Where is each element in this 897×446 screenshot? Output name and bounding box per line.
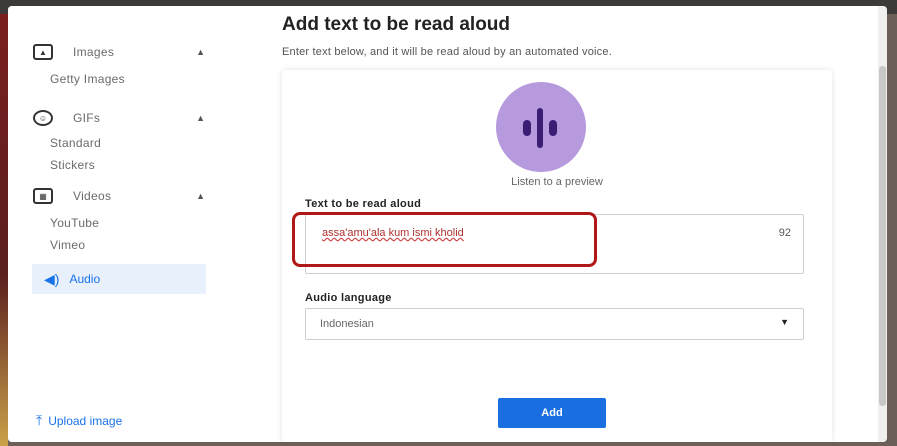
annotation-highlight-box	[292, 212, 597, 267]
sidebar-item-stickers[interactable]: Stickers	[50, 158, 95, 172]
chevron-up-icon[interactable]: ▲	[196, 113, 205, 123]
audio-language-select[interactable]: Indonesian ▼	[305, 308, 804, 340]
backdrop-left	[0, 14, 8, 446]
video-icon: ▦	[33, 188, 53, 204]
dropdown-caret-icon: ▼	[780, 317, 789, 327]
sidebar-section-gifs[interactable]: ☺ GIFs ▲	[33, 110, 205, 126]
text-field-label: Text to be read aloud	[305, 198, 422, 210]
sidebar-item-getty-images[interactable]: Getty Images	[50, 72, 125, 86]
chevron-up-icon[interactable]: ▲	[196, 191, 205, 201]
gif-icon: ☺	[33, 110, 53, 126]
speaker-icon: ◀)	[44, 270, 60, 287]
add-button[interactable]: Add	[498, 398, 606, 428]
chevron-up-icon[interactable]: ▲	[196, 47, 205, 57]
sidebar-item-standard[interactable]: Standard	[50, 136, 101, 150]
sidebar-item-audio[interactable]: ◀) Audio	[32, 264, 206, 294]
sidebar-item-youtube[interactable]: YouTube	[50, 216, 99, 230]
audio-preview-button[interactable]	[496, 82, 586, 172]
scrollbar[interactable]	[878, 6, 887, 442]
scrollbar-thumb[interactable]	[879, 66, 886, 406]
upload-icon: ⤒	[36, 412, 43, 428]
character-count: 92	[778, 227, 791, 239]
language-selected-value: Indonesian	[320, 318, 374, 330]
language-field-label: Audio language	[305, 292, 392, 304]
sidebar-section-label: GIFs	[73, 111, 101, 125]
page-subtitle: Enter text below, and it will be read al…	[282, 46, 612, 58]
sidebar-item-vimeo[interactable]: Vimeo	[50, 238, 85, 252]
sidebar: ▲ Images ▲ Getty Images ☺ GIFs ▲ Standar…	[8, 6, 220, 442]
page-title: Add text to be read aloud	[282, 14, 511, 35]
image-icon: ▲	[33, 44, 53, 60]
sidebar-section-images[interactable]: ▲ Images ▲	[33, 44, 205, 60]
sidebar-section-label: Videos	[73, 189, 112, 203]
preview-label: Listen to a preview	[511, 176, 603, 188]
soundwave-icon	[511, 102, 571, 152]
sidebar-item-label: Audio	[69, 272, 101, 286]
upload-label: Upload image	[48, 413, 123, 428]
sidebar-section-videos[interactable]: ▦ Videos ▲	[33, 188, 205, 204]
sidebar-section-label: Images	[73, 45, 115, 59]
upload-image-button[interactable]: ⤒ Upload image	[36, 412, 122, 429]
